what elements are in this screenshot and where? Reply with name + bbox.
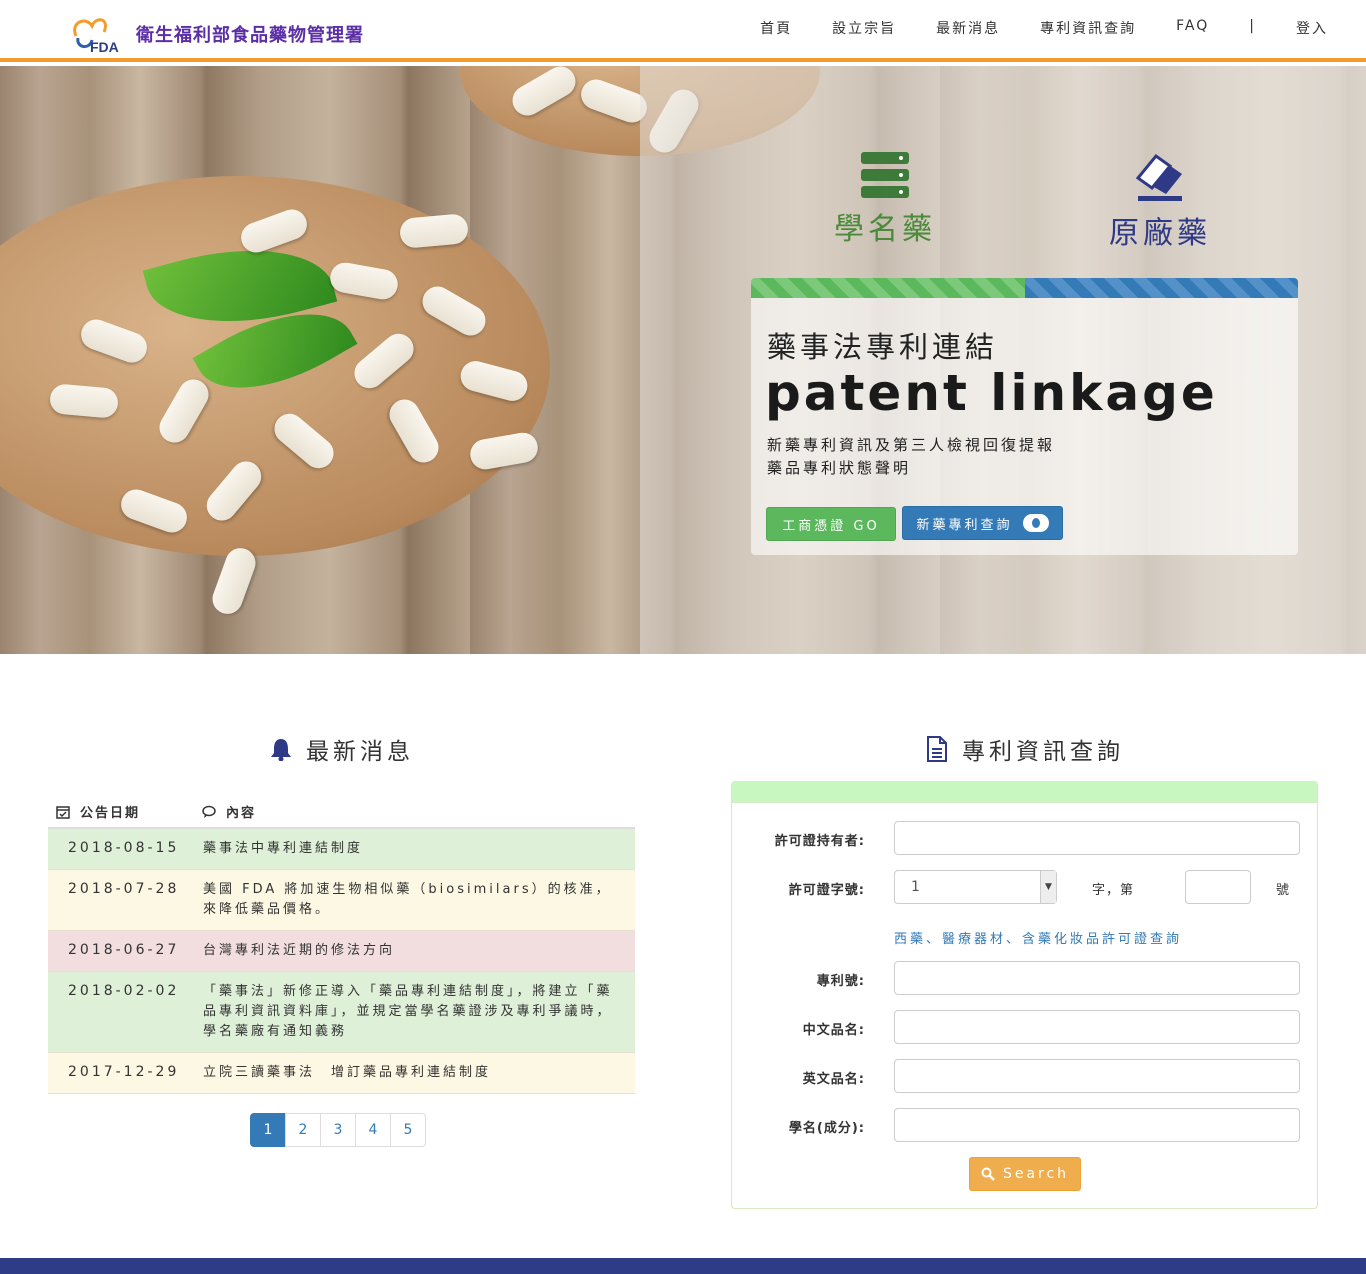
news-heading: 最新消息 [270, 732, 414, 766]
certificate-go-button[interactable]: 工商憑證 GO [766, 507, 896, 541]
panel-header [732, 782, 1317, 803]
news-text[interactable]: 「藥事法」新修正導入「藥品專利連結制度」，將建立「藥品專利資訊資料庫」，並規定當… [203, 980, 613, 1042]
news-row[interactable]: 2018-06-27 台灣專利法近期的修法方向 [48, 931, 635, 972]
generic-name-label: 學名(成分): [788, 1121, 865, 1136]
patent-no-row: 專利號: [732, 961, 1319, 995]
generic-name-input[interactable] [894, 1108, 1300, 1142]
patent-query-title: 專利資訊查詢 [962, 739, 1124, 765]
progress-generic [751, 278, 1025, 298]
holder-label: 許可證持有者: [774, 834, 865, 849]
pagination: 1 2 3 4 5 [250, 1113, 426, 1147]
en-name-row: 英文品名: [732, 1059, 1319, 1093]
license-number-input[interactable] [1185, 870, 1251, 904]
patent-query-heading: 專利資訊查詢 [926, 732, 1124, 766]
news-date: 2018-06-27 [68, 942, 180, 958]
pill-image [48, 383, 120, 419]
news-date: 2017-12-29 [68, 1064, 180, 1080]
generic-drug-category: 學名藥 [820, 150, 950, 248]
news-text[interactable]: 台灣專利法近期的修法方向 [203, 939, 613, 961]
server-icon [861, 152, 909, 198]
patent-no-input[interactable] [894, 961, 1300, 995]
license-query-link[interactable]: 西藥、醫療器材、含藥化妝品許可證查詢 [894, 928, 1182, 947]
nav-purpose[interactable]: 設立宗旨 [832, 18, 896, 38]
fda-logo: FDA [66, 12, 130, 56]
query-button-label: 新藥專利查詢 [916, 517, 1013, 533]
hero-desc-line1: 新藥專利資訊及第三人檢視回復提報 [767, 436, 1056, 454]
news-title: 最新消息 [306, 739, 414, 765]
search-button-label: Search [1002, 1166, 1070, 1182]
progress-brand [1024, 278, 1298, 298]
new-drug-patent-query-button[interactable]: 新藥專利查詢 [902, 506, 1063, 540]
page-5[interactable]: 5 [390, 1113, 426, 1147]
news-table-header: 公告日期 內容 [48, 800, 635, 826]
holder-row: 許可證持有者: [732, 821, 1319, 855]
word-zi-label: 字，第 [1092, 883, 1135, 898]
cn-name-label: 中文品名: [802, 1023, 865, 1038]
arrow-circle-icon [1022, 514, 1049, 532]
hero-card: 藥事法專利連結 patent linkage 新藥專利資訊及第三人檢視回復提報 … [751, 298, 1298, 555]
content-column-label: 內容 [226, 806, 257, 821]
nav-home[interactable]: 首頁 [760, 18, 792, 38]
content-column-header: 內容 [202, 802, 256, 821]
news-row[interactable]: 2017-12-29 立院三讀藥事法 增訂藥品專利連結制度 [48, 1053, 635, 1094]
license-type-select[interactable]: 1 ▼ [894, 870, 1057, 904]
footer-bar [0, 1258, 1366, 1274]
license-label: 許可證字號: [788, 883, 865, 898]
en-name-input[interactable] [894, 1059, 1300, 1093]
brand-drug-category: 原廠藥 [1090, 150, 1230, 252]
brand-title: 衛生福利部食品藥物管理署 [136, 25, 364, 46]
hero-subtitle: 藥事法專利連結 [767, 330, 999, 364]
hero-description: 新藥專利資訊及第三人檢視回復提報 藥品專利狀態聲明 [767, 434, 1055, 480]
drug-progress-bar [751, 278, 1298, 298]
search-icon [981, 1167, 995, 1181]
news-row[interactable]: 2018-02-02 「藥事法」新修正導入「藥品專利連結制度」，將建立「藥品專利… [48, 972, 635, 1053]
nav-news[interactable]: 最新消息 [936, 18, 1000, 38]
news-row[interactable]: 2018-08-15 藥事法中專利連結制度 [48, 829, 635, 870]
calendar-icon [56, 805, 70, 819]
nav-faq[interactable]: FAQ [1176, 18, 1209, 38]
holder-input[interactable] [894, 821, 1300, 855]
news-table: 2018-08-15 藥事法中專利連結制度 2018-07-28 美國 FDA … [48, 827, 635, 1094]
top-navbar: FDA 衛生福利部食品藥物管理署 首頁 設立宗旨 最新消息 專利資訊查詢 FAQ… [0, 0, 1366, 62]
page-4[interactable]: 4 [355, 1113, 391, 1147]
page-2[interactable]: 2 [285, 1113, 321, 1147]
date-column-label: 公告日期 [80, 806, 141, 821]
license-select-value: 1 [911, 879, 920, 895]
page-1[interactable]: 1 [250, 1113, 286, 1147]
news-text[interactable]: 立院三讀藥事法 增訂藥品專利連結制度 [203, 1061, 613, 1083]
bell-icon [271, 739, 291, 761]
brand-drug-label: 原廠藥 [1109, 216, 1211, 251]
news-text[interactable]: 美國 FDA 將加速生物相似藥（biosimilars）的核准，來降低藥品價格。 [203, 878, 613, 920]
eraser-icon [1135, 153, 1182, 201]
patent-no-label: 專利號: [816, 974, 865, 989]
main-nav: 首頁 設立宗旨 最新消息 專利資訊查詢 FAQ | 登入 [720, 18, 1328, 38]
cn-name-input[interactable] [894, 1010, 1300, 1044]
en-name-label: 英文品名: [802, 1072, 865, 1087]
document-icon [927, 736, 947, 762]
chevron-down-icon: ▼ [1040, 871, 1056, 903]
nav-patent-query[interactable]: 專利資訊查詢 [1040, 18, 1136, 38]
nav-login[interactable]: 登入 [1296, 18, 1328, 38]
news-date: 2018-02-02 [68, 983, 180, 999]
news-row[interactable]: 2018-07-28 美國 FDA 將加速生物相似藥（biosimilars）的… [48, 870, 635, 931]
date-column-header: 公告日期 [56, 802, 140, 821]
news-text[interactable]: 藥事法中專利連結制度 [203, 837, 613, 859]
page-3[interactable]: 3 [320, 1113, 356, 1147]
comment-icon [202, 805, 216, 818]
cn-name-row: 中文品名: [732, 1010, 1319, 1044]
generic-drug-label: 學名藥 [834, 212, 936, 247]
patent-search-panel: 許可證持有者: 許可證字號: 1 ▼ 字，第 號 西藥、醫療器材、含藥化妝品許可… [731, 781, 1318, 1209]
news-date: 2018-07-28 [68, 881, 180, 897]
nav-divider: | [1249, 18, 1256, 34]
news-date: 2018-08-15 [68, 840, 180, 856]
hero-desc-line2: 藥品專利狀態聲明 [767, 459, 912, 477]
search-button[interactable]: Search [969, 1157, 1081, 1191]
license-row: 許可證字號: 1 ▼ 字，第 號 [732, 870, 1319, 904]
brand[interactable]: FDA 衛生福利部食品藥物管理署 [66, 12, 364, 56]
logo-text: FDA [90, 39, 119, 55]
hero-title: patent linkage [765, 364, 1218, 422]
generic-name-row: 學名(成分): [732, 1108, 1319, 1142]
word-hao-label: 號 [1276, 883, 1290, 898]
